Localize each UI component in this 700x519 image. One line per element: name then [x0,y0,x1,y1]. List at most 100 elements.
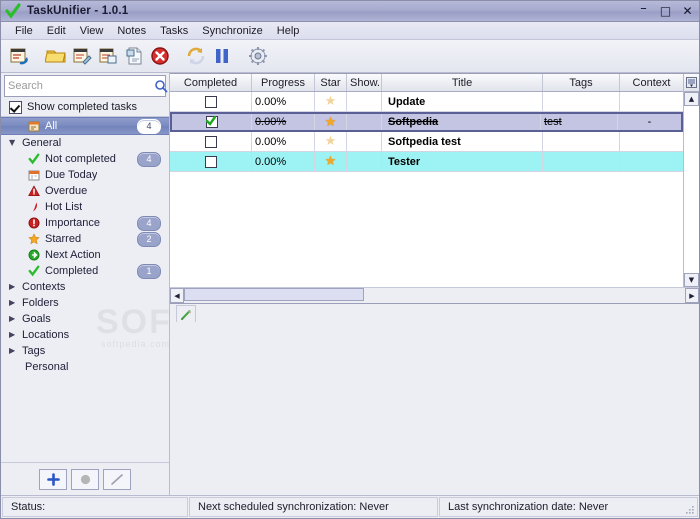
app-icon [5,3,23,19]
table-scroll-row: Completed Progress Star Show... Title Ta… [170,74,699,287]
sidebar-item-next-action[interactable]: Next Action [1,247,169,263]
table-row[interactable]: 0.00% ★ Softpedia test - [170,112,683,132]
star-icon[interactable]: ★ [325,135,337,148]
cell-star[interactable]: ★ [315,152,347,171]
maximize-button[interactable]: □ [659,5,672,18]
table-horizontal-scrollbar[interactable]: ◀ ▶ [170,287,699,303]
table-row[interactable]: 0.00% ★ Tester [170,152,683,172]
cell-context [620,152,683,171]
sidebar-item-completed[interactable]: Completed 1 [1,263,169,279]
remove-icon[interactable] [147,43,173,69]
sidebar-group-goals[interactable]: ▶ Goals [1,311,169,327]
sidebar-item-starred[interactable]: Starred 2 [1,231,169,247]
search-input[interactable] [5,79,152,93]
add-folder-icon[interactable] [43,43,69,69]
cell-tags: test [541,114,618,130]
menu-tasks[interactable]: Tasks [153,24,195,38]
sidebar-item-label: Folders [22,297,59,309]
cell-star[interactable]: ★ [315,114,347,130]
chevron-right-icon[interactable]: ▶ [9,331,18,339]
table-row[interactable]: 0.00% ★ Softpedia test [170,132,683,152]
remove-item-button[interactable] [71,468,99,490]
cell-completed[interactable] [172,114,252,130]
synchronize-icon[interactable] [183,43,209,69]
pause-icon[interactable] [209,43,235,69]
sidebar-item-label: Tags [22,345,46,357]
sidebar-item-label: General [22,137,62,149]
settings-icon[interactable] [245,43,271,69]
sidebar-group-general[interactable]: ▼ General [1,135,169,151]
menu-view[interactable]: View [73,24,111,38]
chevron-right-icon[interactable]: ▶ [9,347,18,355]
sidebar-item-importance[interactable]: Importance 4 [1,215,169,231]
sidebar-group-locations[interactable]: ▶ Locations [1,327,169,343]
horizontal-scroll-track[interactable] [184,288,685,303]
close-button[interactable]: ✕ [681,5,694,18]
cell-completed[interactable] [170,92,252,111]
star-icon[interactable]: ★ [325,95,337,108]
cell-progress: 0.00% [252,152,315,171]
scroll-right-button[interactable]: ▶ [685,288,699,303]
star-icon[interactable]: ★ [325,155,337,168]
column-header-show[interactable]: Show... [347,74,382,91]
search-box[interactable] [4,75,168,97]
chevron-right-icon[interactable]: ▶ [9,315,18,323]
cell-completed[interactable] [170,132,252,151]
scroll-down-button[interactable]: ▼ [684,273,699,287]
vertical-scroll-track[interactable] [684,106,699,273]
column-header-progress[interactable]: Progress [252,74,315,91]
menu-notes[interactable]: Notes [110,24,153,38]
show-completed-checkbox[interactable] [9,100,22,114]
task-table-area: Completed Progress Star Show... Title Ta… [170,73,699,304]
column-header-star[interactable]: Star [315,74,347,91]
star-icon[interactable]: ★ [325,116,337,129]
sidebar-group-contexts[interactable]: ▶ Contexts [1,279,169,295]
edit-tab[interactable] [176,305,196,322]
menu-file[interactable]: File [8,24,40,38]
window-controls: – □ ✕ [637,1,694,21]
circle-icon [80,474,90,484]
column-header-completed[interactable]: Completed [170,74,252,91]
delete-task-icon[interactable] [95,43,121,69]
add-item-button[interactable] [39,468,67,490]
row-checkbox[interactable] [204,155,217,168]
resize-grip-icon[interactable] [685,505,695,515]
show-completed-row[interactable]: Show completed tasks [1,98,169,116]
row-checkbox[interactable] [204,135,217,148]
horizontal-scroll-thumb[interactable] [184,288,364,301]
edit-item-button[interactable] [103,468,131,490]
column-header-title[interactable]: Title [382,74,543,91]
add-task-icon[interactable] [7,43,33,69]
column-header-context[interactable]: Context [620,74,683,91]
chevron-right-icon[interactable]: ▶ [9,283,18,291]
table-row[interactable]: 0.00% ★ Update [170,92,683,112]
scroll-left-button[interactable]: ◀ [170,288,184,303]
sidebar-item-personal[interactable]: Personal [1,359,169,375]
cell-star[interactable]: ★ [315,92,347,111]
chevron-right-icon[interactable]: ▶ [9,299,18,307]
row-checkbox[interactable] [204,95,217,108]
sidebar-group-folders[interactable]: ▶ Folders [1,295,169,311]
minimize-button[interactable]: – [637,2,650,20]
sidebar-item-hot-list[interactable]: Hot List [1,199,169,215]
sidebar-item-all[interactable]: All 4 [1,117,169,135]
copy-task-icon[interactable] [121,43,147,69]
exclamation-icon [27,217,41,229]
menu-synchronize[interactable]: Synchronize [195,24,270,38]
sidebar-item-not-completed[interactable]: Not completed 4 [1,151,169,167]
edit-task-icon[interactable] [69,43,95,69]
table-vertical-scrollbar[interactable]: ▲ ▼ [683,74,699,287]
sidebar-item-overdue[interactable]: Overdue [1,183,169,199]
menu-edit[interactable]: Edit [40,24,73,38]
column-settings-icon[interactable] [684,74,699,92]
chevron-down-icon[interactable]: ▼ [9,139,18,147]
scroll-up-button[interactable]: ▲ [684,92,699,106]
toolbar-separator-3 [235,43,245,69]
sidebar-item-due-today[interactable]: Due Today [1,167,169,183]
cell-completed[interactable] [170,152,252,171]
menu-help[interactable]: Help [270,24,307,38]
cell-star[interactable]: ★ [315,132,347,151]
row-checkbox[interactable] [205,116,218,128]
sidebar-group-tags[interactable]: ▶ Tags [1,343,169,359]
column-header-tags[interactable]: Tags [543,74,620,91]
